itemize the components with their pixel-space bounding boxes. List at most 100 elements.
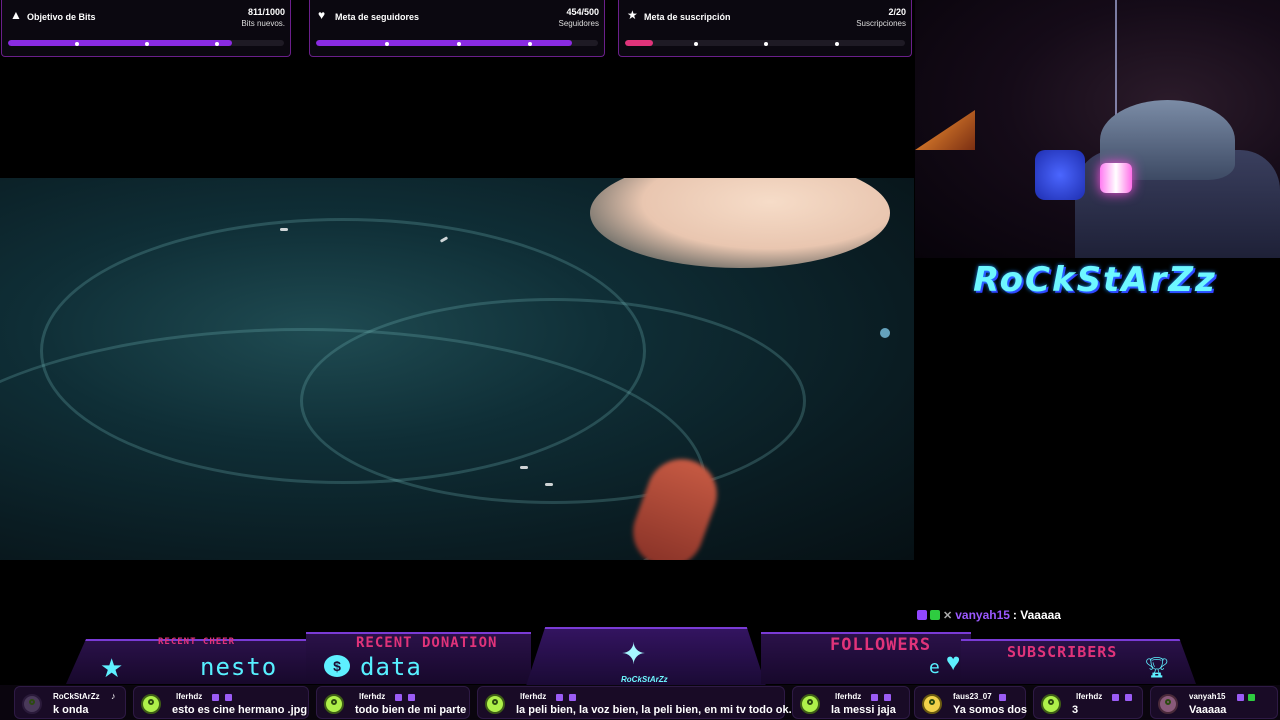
alerts-panel: ★ RECENT CHEER nesto $ RECENT DONATION d… [66, 627, 1196, 686]
webcam-cable [1115, 0, 1117, 120]
goal-sub: Seguidores [558, 19, 599, 28]
star-icon: ★ [100, 653, 124, 683]
ticker-message: vanyah15 Vaaaaa [1150, 686, 1278, 719]
video-spark [880, 328, 890, 338]
ticker-username: lferhdz [520, 692, 547, 701]
ticker-text: todo bien de mi parte [355, 704, 467, 716]
verified-badge-icon [930, 610, 940, 620]
video-wave [300, 298, 806, 504]
goal-count: 454/500 [566, 7, 599, 17]
goal-progress-fill [316, 40, 573, 46]
goal-progress-fill [8, 40, 232, 46]
webcam-glasses [1100, 163, 1132, 193]
goal-sub: Bits nuevos. [241, 19, 285, 28]
avatar [1158, 694, 1178, 714]
followers-label: FOLLOWERS [830, 635, 932, 655]
video-spark [545, 483, 553, 486]
goal-sub: Suscripciones [856, 19, 906, 28]
goal-title: Meta de suscripción [644, 12, 731, 22]
badge-icon [569, 694, 576, 701]
badge-icon [1112, 694, 1119, 701]
badge-icon [999, 694, 1006, 701]
ticker-text: la messi jaja [831, 704, 896, 716]
cheer-triangle-icon: ▲ [10, 8, 22, 22]
video-player[interactable] [0, 178, 914, 560]
chat-text: : Vaaaaa [1012, 608, 1061, 622]
chat-ticker: RoCkStArZz ♪ k onda lferhdz esto es cine… [0, 685, 1280, 720]
recent-donation-label: RECENT DONATION [356, 635, 498, 651]
ticker-text: Vaaaaa [1189, 704, 1227, 716]
logo-star-icon: ✦ [621, 638, 647, 671]
goal-bits: ▲ Objetivo de Bits 811/1000 Bits nuevos. [1, 0, 291, 57]
avatar [141, 694, 161, 714]
ticker-message: lferhdz la messi jaja [792, 686, 910, 719]
ticker-username: RoCkStArZz [53, 692, 100, 701]
ticker-text: k onda [53, 704, 89, 716]
ticker-username: vanyah15 [1189, 692, 1226, 701]
ticker-username: lferhdz [176, 692, 203, 701]
ticker-text: la peli bien, la voz bien, la peli bien,… [516, 704, 792, 716]
ticker-username: lferhdz [1076, 692, 1103, 701]
ticker-text: Ya somos dos [953, 704, 1027, 716]
goal-progress-fill [625, 40, 653, 46]
badge-icon [225, 694, 232, 701]
followers-value: e [929, 657, 941, 678]
goal-followers: ♥ Meta de seguidores 454/500 Seguidores [309, 0, 605, 57]
goal-marker [75, 42, 79, 46]
video-hand [590, 178, 890, 268]
heart-follow-icon: ♥ [318, 8, 326, 22]
avatar [922, 694, 942, 714]
badge-icon [1237, 694, 1244, 701]
goal-marker [694, 42, 698, 46]
ticker-username: lferhdz [835, 692, 862, 701]
goal-marker [764, 42, 768, 46]
avatar [22, 694, 42, 714]
subscribers-label: SUBSCRIBERS [1007, 643, 1118, 661]
badge-icon [884, 694, 891, 701]
badge-icon [212, 694, 219, 701]
badge-icon [871, 694, 878, 701]
ticker-message: faus23_07 Ya somos dos [914, 686, 1027, 719]
coins-icon: $ [324, 655, 350, 677]
goal-title: Objetivo de Bits [27, 12, 96, 22]
recent-donation-value: data [360, 653, 422, 681]
badge-icon [395, 694, 402, 701]
badge-icon [1125, 694, 1132, 701]
goal-marker [215, 42, 219, 46]
ticker-text: 3 [1072, 704, 1079, 716]
goal-marker [385, 42, 389, 46]
ticker-text: esto es cine hermano .jpg [172, 704, 308, 716]
tiktok-icon: ♪ [111, 691, 116, 701]
star-sub-icon: ★ [627, 8, 638, 22]
heart-icon: ♥ [946, 649, 961, 676]
webcam-blue-light [1035, 150, 1085, 200]
avatar [324, 694, 344, 714]
goal-subs: ★ Meta de suscripción 2/20 Suscripciones [618, 0, 912, 57]
chat-message-highlight: ✕ vanyah15 : Vaaaaa [917, 607, 1061, 623]
recent-cheer-value: nesto [200, 653, 278, 681]
goal-marker [457, 42, 461, 46]
badge-icon [556, 694, 563, 701]
goal-title: Meta de seguidores [335, 12, 420, 22]
badge-icon [1248, 694, 1255, 701]
ticker-username: faus23_07 [953, 692, 992, 701]
ticker-message: lferhdz esto es cine hermano .jpg [133, 686, 309, 719]
ticker-message: lferhdz 3 [1033, 686, 1143, 719]
x-badge-icon: ✕ [943, 609, 953, 622]
twitch-badge-icon [917, 610, 927, 620]
video-spark [520, 466, 528, 469]
badge-icon [408, 694, 415, 701]
ticker-username: lferhdz [359, 692, 386, 701]
ticker-message: RoCkStArZz ♪ k onda [14, 686, 126, 719]
center-logo-text: RoCkStArZz [621, 675, 668, 684]
recent-cheer-label: RECENT CHEER [158, 637, 236, 647]
goal-marker [145, 42, 149, 46]
goal-count: 811/1000 [247, 7, 285, 17]
goal-count: 2/20 [888, 7, 906, 17]
chat-username: vanyah15 [955, 608, 1010, 622]
ticker-message: lferhdz la peli bien, la voz bien, la pe… [477, 686, 792, 719]
goal-marker [528, 42, 532, 46]
trophy-icon: 🏆︎ [1144, 657, 1170, 679]
ticker-message: lferhdz todo bien de mi parte [316, 686, 470, 719]
webcam-feed [915, 0, 1280, 258]
